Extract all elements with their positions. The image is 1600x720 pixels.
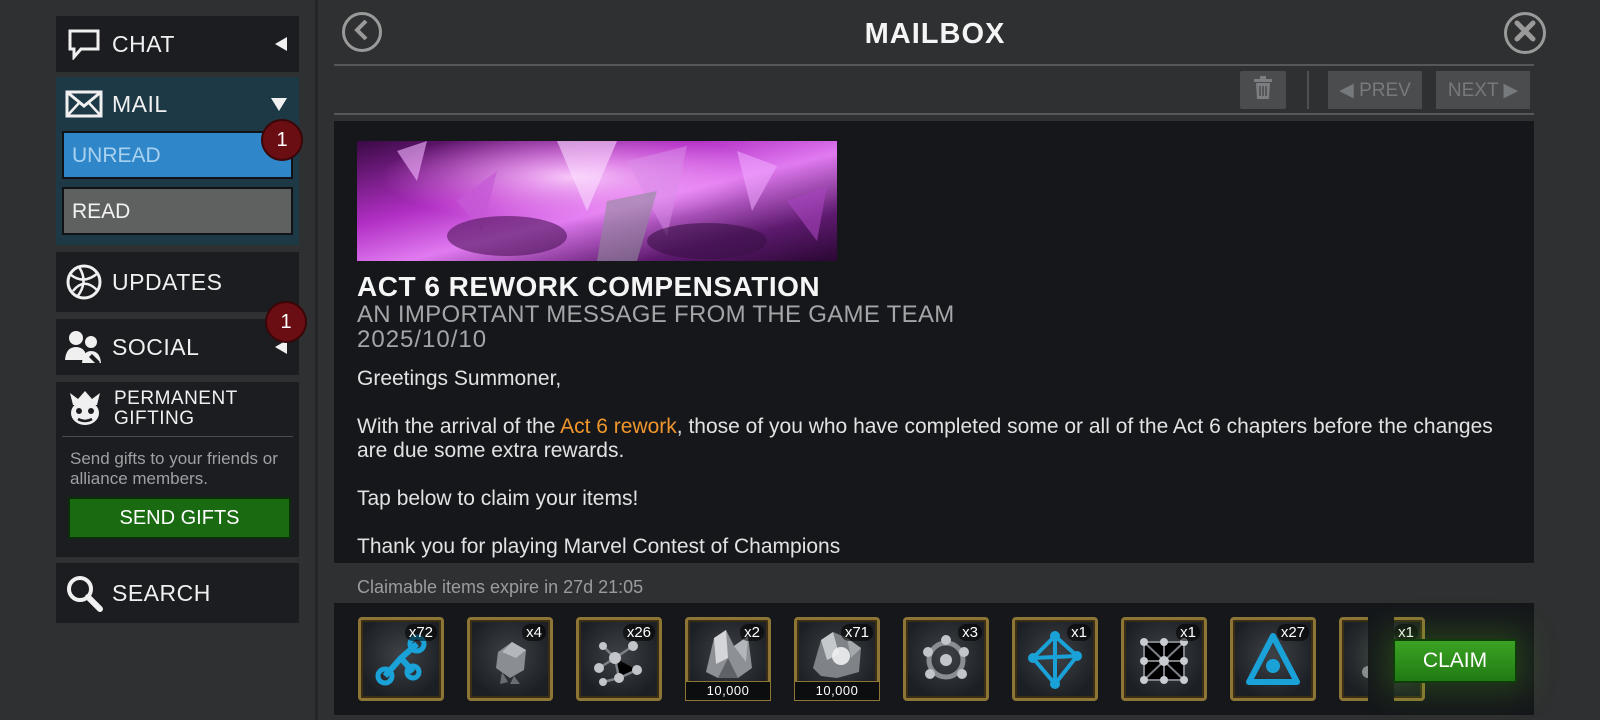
sidebar-item-label: SOCIAL: [112, 333, 200, 360]
item-quantity: x71: [840, 624, 873, 641]
item-quantity: x1: [1176, 624, 1200, 641]
gifting-description: Send gifts to your friends or alliance m…: [70, 449, 278, 488]
people-icon: [64, 327, 104, 367]
sidebar-item-mail[interactable]: MAIL: [56, 77, 299, 131]
sidebar-item-search[interactable]: SEARCH: [56, 563, 299, 623]
reward-item[interactable]: x27: [1230, 617, 1316, 701]
sidebar-item-chat[interactable]: CHAT: [56, 16, 299, 72]
back-button[interactable]: [342, 12, 382, 52]
sidebar-item-label: UPDATES: [112, 268, 223, 295]
gift-character-icon: [66, 387, 104, 432]
sidebar-item-label: SEARCH: [112, 579, 211, 606]
text-span: With the arrival of the: [357, 415, 561, 438]
sidebar-item-label: MAIL: [112, 90, 168, 117]
chevron-left-icon: [352, 19, 372, 46]
act6-rework-link[interactable]: Act 6 rework: [560, 415, 677, 438]
message-paragraph: With the arrival of the Act 6 rework, th…: [357, 415, 1497, 463]
item-amount: 10,000: [794, 681, 880, 701]
reward-item[interactable]: x2 10,000: [685, 617, 771, 701]
globe-icon: [64, 262, 104, 302]
sidebar-item-updates[interactable]: UPDATES: [56, 252, 299, 312]
permanent-gifting-panel: PERMANENT GIFTING Send gifts to your fri…: [56, 382, 299, 557]
header-divider: [334, 64, 1534, 66]
sidebar-section-mail: MAIL UNREAD READ: [56, 77, 299, 245]
strip-clip: [1368, 603, 1394, 715]
prev-button[interactable]: ◀ PREV: [1328, 71, 1422, 109]
reward-item[interactable]: x71 10,000: [794, 617, 880, 701]
message-title: ACT 6 REWORK COMPENSATION: [357, 271, 821, 302]
send-gifts-button[interactable]: SEND GIFTS: [68, 497, 291, 539]
close-icon: [1513, 19, 1537, 48]
message-greeting: Greetings Summoner,: [357, 367, 562, 390]
reward-item[interactable]: x1: [1012, 617, 1098, 701]
trash-icon: [1253, 75, 1273, 105]
message-paragraph: Thank you for playing Marvel Contest of …: [357, 535, 841, 558]
item-quantity: x4: [522, 624, 546, 641]
social-count-badge: 1: [265, 301, 307, 343]
message-panel[interactable]: ACT 6 REWORK COMPENSATION AN IMPORTANT M…: [334, 121, 1534, 563]
reward-item[interactable]: x72: [358, 617, 444, 701]
expiration-notice: Claimable items expire in 27d 21:05: [357, 577, 644, 597]
toolbar-divider: [1307, 71, 1309, 109]
item-amount: 10,000: [685, 681, 771, 701]
message-paragraph: Tap below to claim your items!: [357, 487, 639, 510]
item-quantity: x26: [622, 624, 655, 641]
read-filter-button[interactable]: READ: [62, 187, 293, 235]
reward-item[interactable]: x3: [903, 617, 989, 701]
item-quantity: x1: [1067, 624, 1091, 641]
magnifier-icon: [64, 573, 104, 613]
reward-item[interactable]: x1: [1121, 617, 1207, 701]
close-button[interactable]: [1504, 12, 1546, 54]
envelope-icon: [64, 84, 104, 124]
sidebar-item-social[interactable]: SOCIAL: [56, 319, 299, 375]
item-quantity: x27: [1276, 624, 1309, 641]
item-quantity: x2: [740, 624, 764, 641]
reward-items-strip[interactable]: x72 x4 x26 x2 10,000 x71 10,000 x3 x1 x1…: [334, 603, 1534, 715]
message-subtitle: AN IMPORTANT MESSAGE FROM THE GAME TEAM: [357, 301, 955, 328]
unread-count-badge: 1: [261, 119, 303, 161]
unread-filter-button[interactable]: UNREAD: [62, 131, 293, 179]
item-quantity: x72: [404, 624, 437, 641]
delete-button[interactable]: [1240, 71, 1286, 109]
chat-bubble-icon: [64, 24, 104, 64]
toolbar-divider-line: [334, 113, 1534, 115]
reward-item[interactable]: x26: [576, 617, 662, 701]
expand-arrow-icon: [271, 97, 287, 111]
next-button[interactable]: NEXT ▶: [1436, 71, 1530, 109]
item-quantity: x3: [958, 624, 982, 641]
reward-item[interactable]: x4: [467, 617, 553, 701]
permanent-gifting-title: PERMANENT GIFTING: [114, 388, 238, 429]
page-title: MAILBOX: [864, 18, 1006, 50]
message-banner-image: [357, 141, 837, 261]
sidebar: CHAT MAIL UNREAD READ 1 UPDATES SOCIAL 1…: [0, 0, 318, 720]
collapse-arrow-icon: [275, 37, 287, 51]
claim-button[interactable]: CLAIM: [1393, 639, 1517, 683]
message-date: 2025/10/10: [357, 326, 488, 353]
sidebar-item-label: CHAT: [112, 30, 175, 57]
